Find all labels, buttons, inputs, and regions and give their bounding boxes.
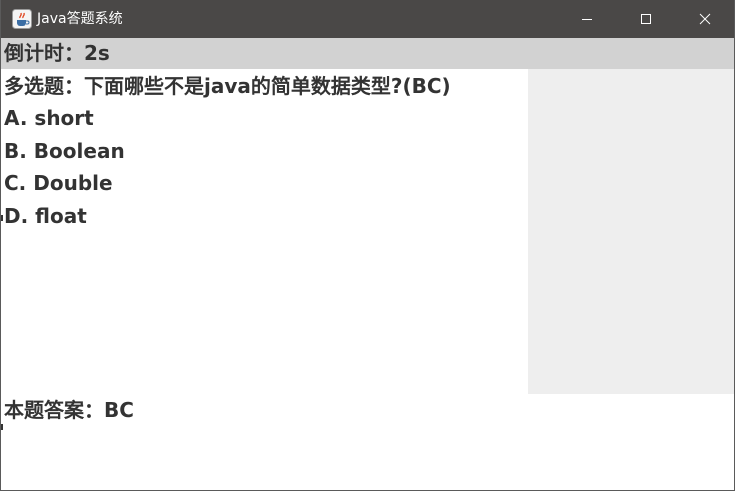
app-window: Java答题系统 倒计时：2s 多选题：下面哪些不是java的简单数据类型?(B… [0,0,735,491]
java-cup-icon [12,9,32,29]
title-bar[interactable]: Java答题系统 [1,0,734,38]
edge-mark [1,215,3,221]
question-panel: 多选题：下面哪些不是java的简单数据类型?(BC) A. short B. B… [1,69,528,394]
close-icon [699,13,711,25]
close-button[interactable] [676,0,734,38]
option-a[interactable]: A. short [4,104,94,132]
maximize-icon [641,14,651,24]
answer-label: 本题答案：BC [4,398,134,422]
edge-mark [1,424,3,430]
countdown-label: 倒计时：2s [1,38,734,69]
minimize-icon [582,19,592,20]
maximize-button[interactable] [617,0,675,38]
minimize-button[interactable] [558,0,616,38]
question-text: 多选题：下面哪些不是java的简单数据类型?(BC) [4,74,451,98]
side-panel [528,69,734,394]
option-c[interactable]: C. Double [4,169,113,197]
option-d[interactable]: D. float [4,202,87,230]
window-title: Java答题系统 [37,11,123,27]
option-b[interactable]: B. Boolean [4,137,125,165]
